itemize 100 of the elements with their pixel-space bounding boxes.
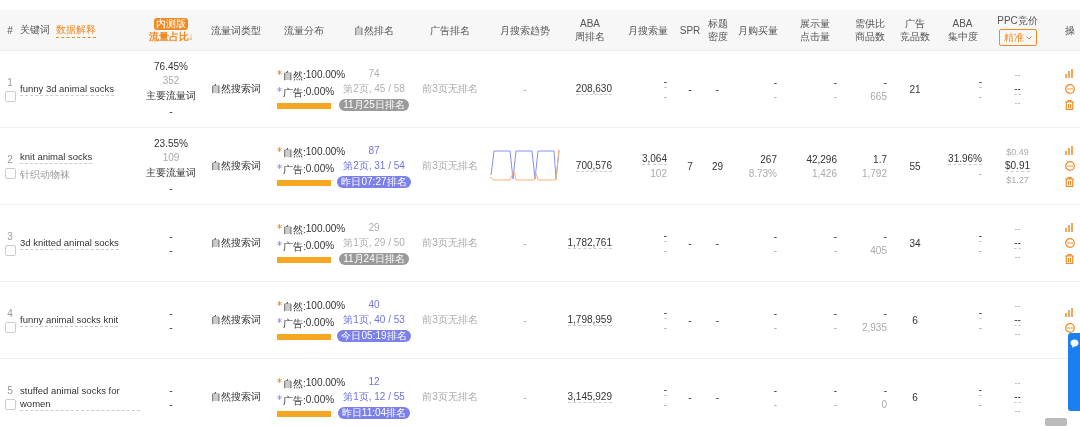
traffic-share-text: 23.55% [154, 138, 188, 149]
bar-chart-icon[interactable] [1065, 145, 1073, 155]
purchase-secondary: - [773, 321, 777, 333]
keyword-text[interactable]: stuffed animal socks for women [20, 383, 140, 411]
spr-value: - [688, 391, 692, 403]
keyword-text[interactable]: 3d knitted animal socks [20, 236, 119, 250]
demand-ratio-secondary: 405 [870, 244, 887, 256]
ppc-high: $1.27 [1006, 175, 1029, 185]
rank-page: 第2页, 45 / 58 [343, 81, 405, 96]
keyword-text[interactable]: knit animal socks [20, 150, 93, 164]
row-checkbox[interactable] [4, 321, 16, 333]
spr-value: - [688, 237, 692, 249]
impressions-secondary: - [833, 398, 837, 410]
purchase-value: 267 [760, 153, 777, 165]
ad-rank: 前3页无排名 [422, 313, 478, 327]
trash-icon[interactable] [1065, 176, 1074, 187]
row-checkbox[interactable] [4, 167, 16, 179]
rank-value: 74 [368, 67, 380, 79]
aba-concentration-value: - [978, 307, 982, 319]
more-icon[interactable] [1065, 83, 1075, 94]
spr-value: - [688, 314, 692, 326]
bar-chart-icon[interactable] [1065, 307, 1073, 317]
row-number: 2 [7, 153, 13, 165]
scrollbar-thumb[interactable] [1045, 418, 1067, 426]
keyword-text[interactable]: funny 3d animal socks [20, 82, 114, 96]
aba-concentration-secondary: - [978, 245, 982, 256]
column-header: 流量分布 [284, 23, 324, 37]
search-volume-value: - [663, 76, 667, 88]
ad-competitors: 6 [912, 391, 918, 403]
aba-rank: 700,576 [575, 160, 612, 172]
search-volume-secondary: - [663, 322, 667, 333]
more-icon[interactable] [1065, 160, 1075, 171]
ppc-low: $0.49 [1006, 147, 1029, 157]
ad-label: 广告: [283, 163, 306, 177]
ppc-high: -- [1014, 329, 1021, 339]
purchase-secondary: - [773, 398, 777, 410]
search-volume-value: - [663, 230, 667, 242]
rank-time-badge: 今日05:19排名 [337, 329, 411, 342]
rank-page: 第1页, 40 / 53 [343, 312, 405, 327]
natural-label: 自然: [283, 377, 306, 391]
demand-ratio-secondary: 665 [870, 90, 887, 102]
asterisk-icon [277, 147, 282, 152]
traffic-share-text: - [169, 321, 173, 333]
rank-time-badge: 11月24日排名 [339, 252, 409, 265]
aba-rank: 3,145,929 [567, 391, 612, 403]
chat-panel[interactable] [1068, 333, 1080, 411]
bar-chart-icon[interactable] [1065, 68, 1073, 78]
demand-ratio-value: - [883, 384, 887, 396]
ad-share: 0.00% [305, 86, 335, 99]
row-checkbox[interactable] [4, 90, 16, 102]
traffic-share-text: - [169, 307, 173, 319]
spr-value: - [688, 83, 692, 95]
ppc-high: -- [1014, 252, 1021, 262]
search-volume-value: - [663, 384, 667, 396]
title-density: - [715, 237, 720, 249]
traffic-share-text: - [169, 384, 173, 396]
ppc-bid: -- [1014, 391, 1021, 403]
chat-icon[interactable] [1070, 339, 1079, 348]
demand-ratio-value: - [883, 307, 887, 319]
asterisk-icon [277, 378, 282, 383]
ad-share: 0.00% [305, 240, 335, 253]
ad-label: 广告: [283, 317, 306, 331]
natural-share: 100.00% [305, 377, 346, 390]
more-icon[interactable] [1065, 237, 1075, 248]
bar-chart-icon[interactable] [1065, 222, 1073, 232]
row-number: 1 [7, 76, 13, 88]
aba-concentration-secondary: - [978, 322, 982, 333]
column-header: 流量词类型 [211, 23, 261, 37]
column-header: 关键词 [20, 23, 50, 37]
row-checkbox[interactable] [4, 398, 16, 410]
trend-empty: - [523, 391, 527, 403]
trash-icon[interactable] [1065, 253, 1074, 264]
keyword-text[interactable]: funny animal socks knit [20, 313, 119, 327]
purchase-value: - [773, 384, 777, 396]
ad-competitors: 55 [909, 160, 921, 172]
impressions-secondary: - [833, 321, 837, 333]
natural-label: 自然: [283, 146, 306, 160]
ad-competitors: 6 [912, 314, 918, 326]
column-header: 标题 密度 [707, 17, 728, 43]
purchase-secondary: 8.73% [748, 167, 777, 179]
ppc-high: -- [1014, 98, 1021, 108]
column-header: 广告排名 [430, 23, 470, 37]
traffic-share-text: 352 [162, 75, 180, 86]
ad-label: 广告: [283, 240, 306, 254]
aba-concentration-value: - [978, 384, 982, 396]
aba-rank: 1,782,761 [567, 237, 612, 249]
row-checkbox[interactable] [4, 244, 16, 256]
ppc-low: -- [1014, 301, 1021, 311]
ad-label: 广告: [283, 394, 306, 408]
ad-competitors: 21 [909, 83, 921, 95]
column-header: ABA 集中度 [947, 17, 978, 43]
chevron-down-icon[interactable] [1025, 35, 1032, 40]
natural-label: 自然: [283, 69, 306, 83]
trend-empty: - [523, 314, 527, 326]
more-icon[interactable] [1065, 322, 1075, 333]
asterisk-icon [277, 87, 282, 92]
aba-concentration-value: - [978, 230, 982, 242]
trash-icon[interactable] [1065, 99, 1074, 110]
ad-rank: 前3页无排名 [422, 82, 478, 96]
column-header: 自然排名 [354, 23, 394, 37]
